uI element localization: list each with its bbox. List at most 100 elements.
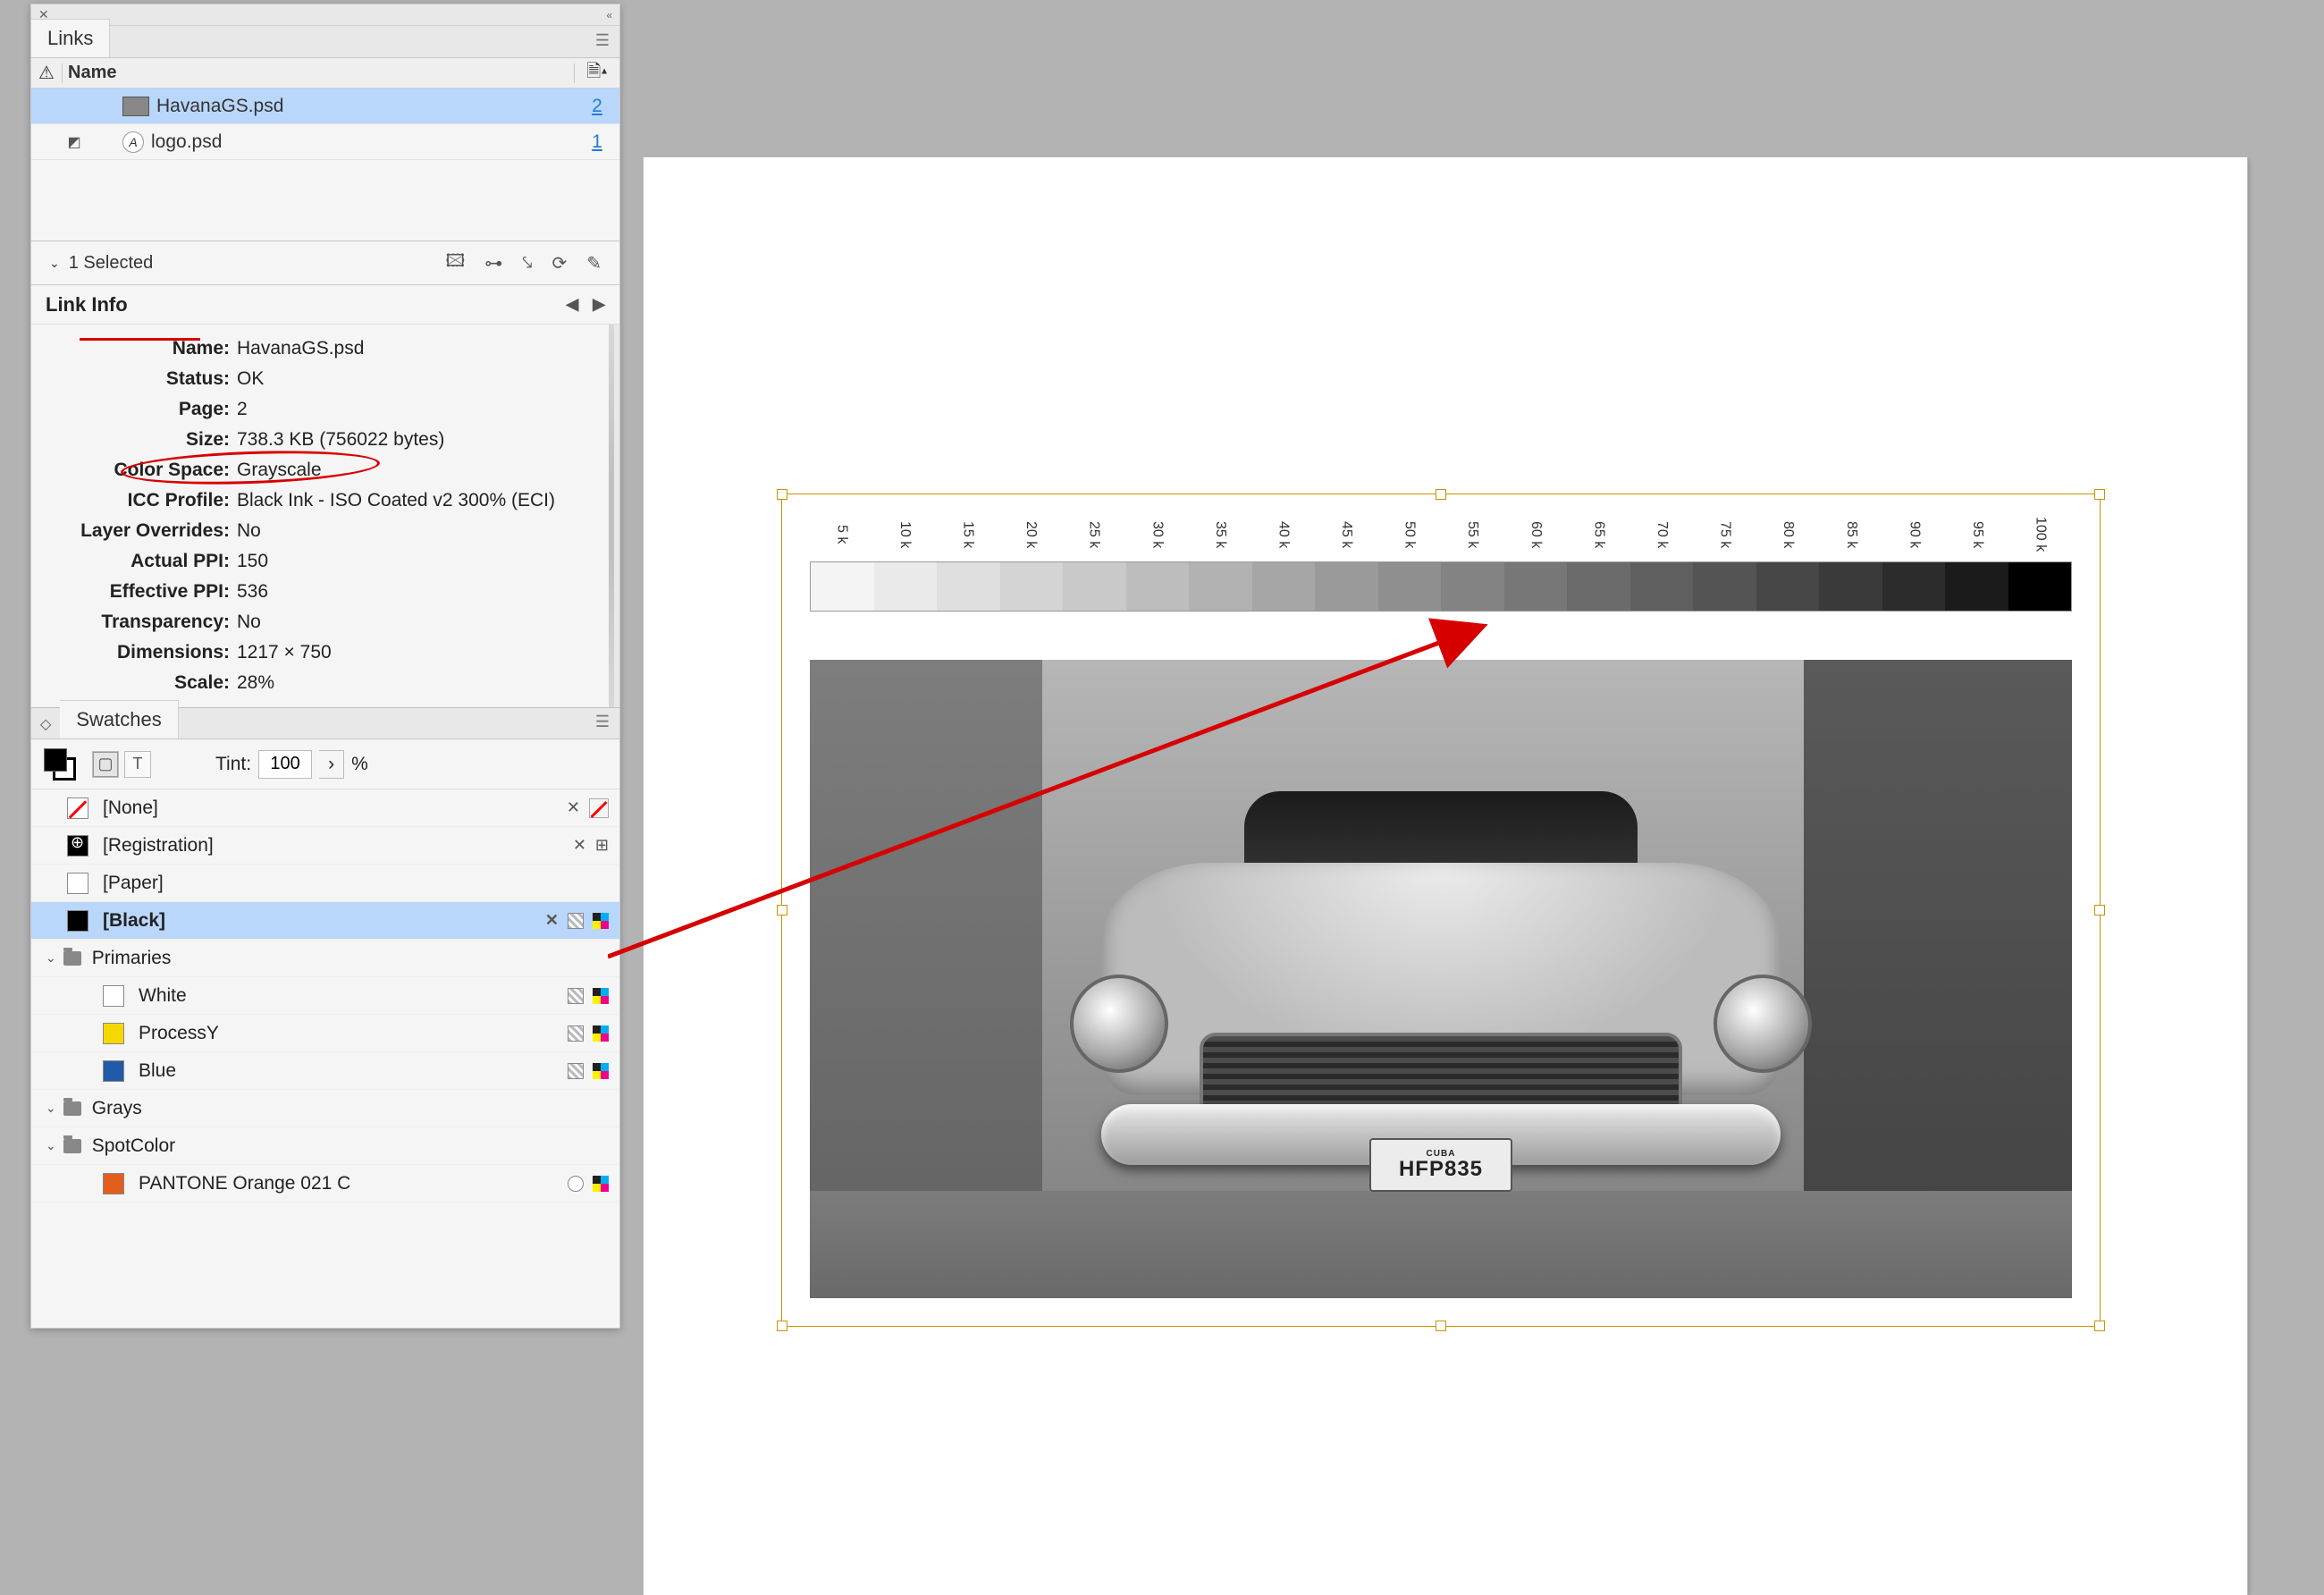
testchart-step: [874, 562, 938, 611]
testchart-step: [1756, 562, 1820, 611]
linkinfo-row: Status:OK: [40, 364, 605, 394]
swatch-row[interactable]: PANTONE Orange 021 C: [31, 1165, 619, 1203]
linkinfo-row: Dimensions:1217 × 750: [40, 637, 605, 668]
swatches-tabbar: ◇ Swatches ☰: [31, 707, 619, 739]
embed-icon[interactable]: ⤥: [522, 253, 532, 274]
relink-icon[interactable]: 🖾: [445, 248, 465, 278]
document-canvas[interactable]: 5 k10 k15 k20 k25 k30 k35 k40 k45 k50 k5…: [644, 157, 2247, 1595]
swatch-name: Blue: [139, 1060, 176, 1082]
testchart-label: 80 k: [1756, 508, 1820, 561]
linkinfo-value: No: [237, 612, 605, 633]
swatches-collapse-icon[interactable]: ◇: [31, 710, 60, 738]
links-toolbar: 🖾 ⊶ ⤥ ⟳ ✎: [445, 248, 602, 278]
testchart-step: [811, 562, 874, 611]
links-columns-header[interactable]: ⚠ Name 🗎▴: [31, 58, 619, 89]
chevron-down-icon[interactable]: ⌄: [46, 1138, 56, 1153]
linkinfo-value: No: [237, 520, 605, 542]
linkinfo-label: Transparency:: [40, 612, 237, 633]
testchart-label: 40 k: [1251, 508, 1315, 561]
column-page-icon[interactable]: 🗎▴: [575, 58, 619, 89]
linkinfo-label: Dimensions:: [40, 642, 237, 663]
testchart-step: [1378, 562, 1442, 611]
swatch-row[interactable]: [Paper]: [31, 865, 619, 902]
resize-handle[interactable]: [777, 1321, 787, 1331]
links-panel: ⚠ Name 🗎▴ HavanaGS.psd2◩Alogo.psd1 ⌄ 1 S…: [31, 58, 619, 707]
swatch-name: [Paper]: [103, 873, 164, 894]
resize-handle[interactable]: [2094, 1321, 2105, 1331]
linkinfo-value: Black Ink - ISO Coated v2 300% (ECI): [237, 490, 605, 511]
resize-handle[interactable]: [2094, 905, 2105, 916]
testchart-label: 70 k: [1630, 508, 1694, 561]
container-format-button[interactable]: ▢: [92, 751, 119, 778]
process-icon: [568, 1025, 584, 1042]
warning-icon: ⚠: [31, 62, 62, 84]
text-format-button[interactable]: T: [124, 751, 151, 778]
link-pagecount[interactable]: 2: [575, 96, 619, 117]
tint-input[interactable]: [258, 750, 312, 779]
links-tabbar: Links ☰: [31, 26, 619, 58]
process-icon: [568, 913, 584, 929]
swatch-color-icon: [67, 873, 88, 894]
testchart-step: [1504, 562, 1568, 611]
swatches-toolbar: ▢ T Tint: › %: [31, 739, 619, 789]
noedit-icon: ✕: [573, 836, 586, 855]
testchart-step: [1063, 562, 1126, 611]
swatch-color-icon: [103, 985, 124, 1007]
linkinfo-label: Color Space:: [40, 460, 237, 481]
swatch-color-icon: [67, 910, 88, 932]
edit-original-icon[interactable]: ✎: [586, 252, 602, 274]
resize-handle[interactable]: [1436, 1321, 1446, 1331]
swatch-group[interactable]: ⌄SpotColor: [31, 1127, 619, 1165]
resize-handle[interactable]: [1436, 489, 1446, 500]
spot-icon: [568, 1176, 584, 1192]
collapse-icon[interactable]: «: [606, 9, 612, 21]
link-row[interactable]: HavanaGS.psd2: [31, 89, 619, 124]
swatch-row[interactable]: Blue: [31, 1052, 619, 1090]
goto-link-icon[interactable]: ⊶: [484, 252, 502, 274]
tint-label: Tint:: [215, 754, 251, 775]
fill-stroke-proxy[interactable]: [44, 748, 76, 781]
swatch-group[interactable]: ⌄Primaries: [31, 940, 619, 977]
chevron-down-icon[interactable]: ⌄: [46, 950, 56, 966]
chevron-down-icon[interactable]: ⌄: [46, 1101, 56, 1116]
testchart-step: [1567, 562, 1630, 611]
panel-menu-icon[interactable]: ☰: [585, 705, 619, 738]
swatch-row[interactable]: [Black]✕: [31, 902, 619, 940]
column-name[interactable]: Name: [63, 63, 574, 83]
testchart-step: [1189, 562, 1252, 611]
cmyk-icon: [593, 913, 609, 929]
swatch-row[interactable]: [Registration]✕⊞: [31, 827, 619, 865]
swatch-row[interactable]: [None]✕: [31, 789, 619, 827]
next-link-icon[interactable]: ▶: [593, 295, 605, 314]
link-row[interactable]: ◩Alogo.psd1: [31, 124, 619, 160]
panel-handle[interactable]: ✕ «: [31, 4, 619, 26]
tab-links[interactable]: Links: [31, 19, 110, 57]
resize-handle[interactable]: [777, 905, 787, 916]
scrollbar[interactable]: [609, 325, 614, 707]
cmyk-icon: [593, 988, 609, 1004]
swatch-row[interactable]: White: [31, 977, 619, 1015]
linkinfo-label: Status:: [40, 368, 237, 390]
cmyk-icon: [593, 1176, 609, 1192]
tint-stepper[interactable]: ›: [319, 750, 344, 779]
folder-icon: [63, 951, 81, 966]
testchart-step: [1630, 562, 1694, 611]
disclosure-icon[interactable]: ⌄: [49, 256, 60, 271]
resize-handle[interactable]: [777, 489, 787, 500]
linkinfo-value: 150: [237, 551, 605, 572]
testchart-label: 90 k: [1882, 508, 1946, 561]
resize-handle[interactable]: [2094, 489, 2105, 500]
swatch-name: [None]: [103, 798, 158, 819]
swatch-group[interactable]: ⌄Grays: [31, 1090, 619, 1127]
folder-icon: [63, 1101, 81, 1116]
swatch-name: White: [139, 985, 187, 1007]
update-icon[interactable]: ⟳: [552, 252, 567, 274]
tint-unit: %: [351, 754, 368, 775]
testchart-step: [1315, 562, 1378, 611]
swatch-row[interactable]: ProcessY: [31, 1015, 619, 1052]
panel-menu-icon[interactable]: ☰: [585, 24, 619, 57]
prev-link-icon[interactable]: ◀: [566, 295, 578, 314]
linkinfo-row: Scale:28%: [40, 668, 605, 698]
swatch-color-icon: [103, 1060, 124, 1082]
link-pagecount[interactable]: 1: [575, 131, 619, 153]
